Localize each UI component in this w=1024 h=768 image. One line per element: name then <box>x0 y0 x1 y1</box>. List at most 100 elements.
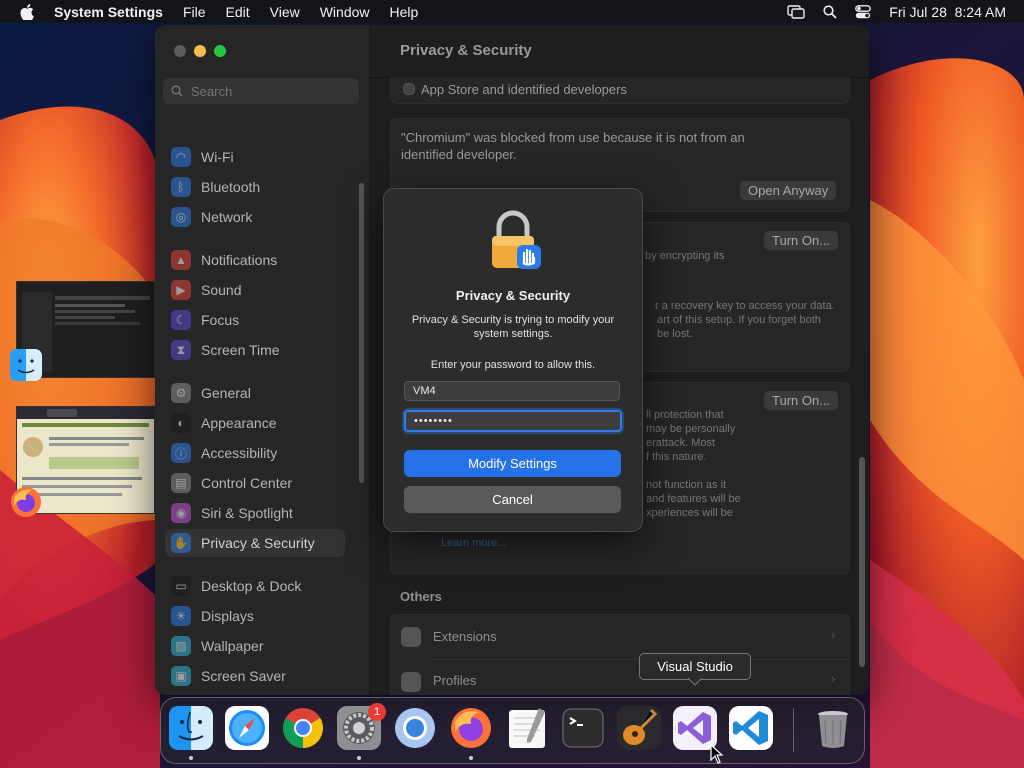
lockdown-text-1: ll protection that <box>646 409 724 421</box>
filevault-turn-on-button[interactable]: Turn On... <box>764 231 839 250</box>
lockdown-text-4: f this nature. <box>646 451 707 463</box>
profiles-row[interactable]: Profiles › <box>391 660 849 695</box>
radio-app-store[interactable] <box>403 83 415 95</box>
dialog-prompt: Enter your password to allow this. <box>430 359 596 371</box>
sidebar-item-label: Wallpaper <box>201 638 264 654</box>
filevault-text-3: art of this setup. If you forget both <box>657 314 821 326</box>
sidebar-item-label: Screen Saver <box>201 668 286 684</box>
content-scrollbar[interactable] <box>859 457 865 667</box>
open-anyway-button[interactable]: Open Anyway <box>740 181 837 200</box>
profiles-icon <box>401 672 421 692</box>
menu-bar: System Settings File Edit View Window He… <box>0 0 1024 23</box>
sidebar-item-label: Focus <box>201 312 240 328</box>
filevault-text-4: be lost. <box>657 328 693 340</box>
sidebar-scrollbar[interactable] <box>359 183 364 483</box>
dock-firefox-icon[interactable] <box>449 706 493 750</box>
dock-terminal-icon[interactable] <box>561 706 605 750</box>
dock-trash-icon[interactable] <box>811 706 855 750</box>
sidebar-item-label: Notifications <box>201 252 278 268</box>
wallpaper-icon: ▧ <box>171 636 191 656</box>
menu-window[interactable]: Window <box>320 4 370 20</box>
lockdown-text-5: not function as it <box>646 479 727 491</box>
control-center-icon[interactable] <box>855 4 872 19</box>
dock-chrome-icon[interactable] <box>281 706 325 750</box>
sidebar-item-label: Accessibility <box>201 445 278 461</box>
accessibility-icon: ⓘ <box>171 443 191 463</box>
sidebar-item-wi-fi[interactable]: ◠ Wi-Fi <box>165 143 345 171</box>
sidebar-item-general[interactable]: ⚙ General <box>165 379 345 407</box>
finder-preview-icon <box>10 349 42 381</box>
sidebar-item-wallpaper[interactable]: ▧ Wallpaper <box>165 632 345 660</box>
sidebar-item-sound[interactable]: ▶ Sound <box>165 276 345 304</box>
search-input[interactable] <box>189 82 353 100</box>
dock-chromium-icon[interactable] <box>393 706 437 750</box>
siri-icon: ◉ <box>171 503 191 523</box>
moon-icon: ☾ <box>171 310 191 330</box>
sidebar-item-siri-spotlight[interactable]: ◉ Siri & Spotlight <box>165 499 345 527</box>
lockdown-turn-on-button[interactable]: Turn On... <box>764 391 839 410</box>
sidebar-item-focus[interactable]: ☾ Focus <box>165 306 345 334</box>
sidebar-item-appearance[interactable]: ◐ Appearance <box>165 409 345 437</box>
sidebar-item-control-center[interactable]: ▤ Control Center <box>165 469 345 497</box>
hourglass-icon: ⧗ <box>171 340 191 360</box>
dock-textedit-icon[interactable] <box>505 706 549 750</box>
sidebar-search-field[interactable] <box>163 78 359 104</box>
app-menu-name[interactable]: System Settings <box>54 4 163 20</box>
lockdown-text-3: erattack. Most <box>646 437 716 449</box>
spotlight-search-icon[interactable] <box>823 4 837 19</box>
extensions-chevron-icon: › <box>831 627 836 642</box>
dock-safari-icon[interactable] <box>225 706 269 750</box>
sidebar-item-label: Displays <box>201 608 254 624</box>
screen-mirroring-icon[interactable] <box>787 4 805 19</box>
sidebar-item-label: Network <box>201 209 253 225</box>
minimize-window-button[interactable] <box>194 45 206 57</box>
sidebar-item-label: Siri & Spotlight <box>201 505 293 521</box>
sidebar-item-label: Control Center <box>201 475 293 491</box>
screensaver-icon: ▣ <box>171 666 191 686</box>
settings-running-dot <box>357 756 361 760</box>
sidebar-item-energy-saver[interactable]: ▮Energy Saver <box>165 692 345 695</box>
dock-vscode-icon[interactable] <box>729 706 773 750</box>
firefox-running-dot <box>469 756 473 760</box>
sidebar-item-label: Screen Time <box>201 342 280 358</box>
sidebar-item-screen-saver[interactable]: ▣ Screen Saver <box>165 662 345 690</box>
settings-notification-badge: 1 <box>368 703 386 721</box>
tooltip-arrow-icon <box>688 678 702 686</box>
menu-file[interactable]: File <box>183 4 206 20</box>
dock-garageband-icon[interactable] <box>617 706 661 750</box>
sidebar-item-privacy-security[interactable]: ✋ Privacy & Security <box>165 529 345 557</box>
menu-edit[interactable]: Edit <box>226 4 250 20</box>
speaker-icon: ▶ <box>171 280 191 300</box>
sidebar-item-label: Sound <box>201 282 242 298</box>
learn-more-link[interactable]: Learn more... <box>441 537 506 549</box>
profiles-chevron-icon: › <box>831 671 836 686</box>
sidebar-item-network[interactable]: ◎ Network <box>165 203 345 231</box>
sidebar-item-bluetooth[interactable]: ᛒ Bluetooth <box>165 173 345 201</box>
filevault-text-1: by encrypting its <box>645 250 725 262</box>
menu-view[interactable]: View <box>270 4 300 20</box>
sidebar-item-label: Desktop & Dock <box>201 578 302 594</box>
sidebar-item-desktop-dock[interactable]: ▭ Desktop & Dock <box>165 572 345 600</box>
modify-settings-button[interactable]: Modify Settings <box>404 450 621 477</box>
sidebar-item-label: Privacy & Security <box>201 535 315 551</box>
menu-bar-clock[interactable]: Fri Jul 28 8:24 AM <box>889 4 1006 20</box>
password-field[interactable]: •••••••• <box>404 410 622 432</box>
authentication-dialog: Privacy & Security Privacy & Security is… <box>383 188 643 532</box>
control-center-icon: ▤ <box>171 473 191 493</box>
dialog-title: Privacy & Security <box>455 288 571 303</box>
menu-help[interactable]: Help <box>390 4 419 20</box>
username-field[interactable]: VM4 <box>404 381 620 401</box>
sidebar-item-screen-time[interactable]: ⧗ Screen Time <box>165 336 345 364</box>
cancel-button[interactable]: Cancel <box>404 486 621 513</box>
extensions-row[interactable]: Extensions › <box>391 615 849 659</box>
dock-finder-icon[interactable] <box>169 706 213 750</box>
close-window-button[interactable] <box>174 45 186 57</box>
sidebar-item-notifications[interactable]: ▲ Notifications <box>165 246 345 274</box>
zoom-window-button[interactable] <box>214 45 226 57</box>
finder-running-dot <box>189 756 193 760</box>
sidebar-item-accessibility[interactable]: ⓘ Accessibility <box>165 439 345 467</box>
apple-menu-icon[interactable] <box>16 0 38 23</box>
sidebar-item-label: Bluetooth <box>201 179 261 195</box>
sidebar-item-displays[interactable]: ☀ Displays <box>165 602 345 630</box>
dock-tooltip: Visual Studio <box>639 653 751 680</box>
